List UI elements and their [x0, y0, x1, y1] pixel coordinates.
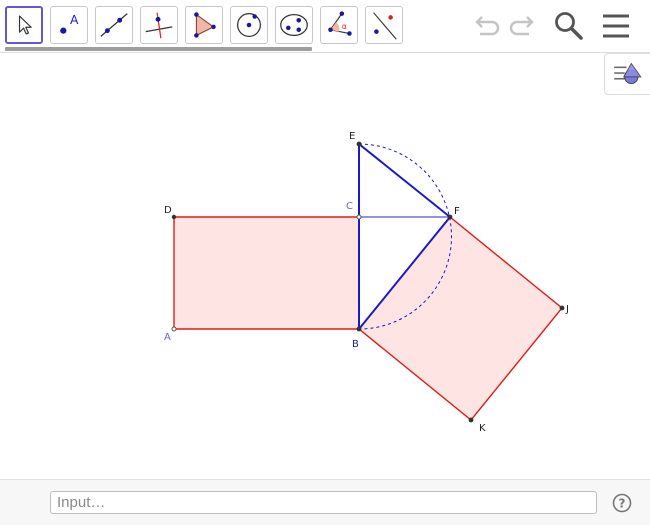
label-j: J: [565, 304, 569, 315]
circle-icon: [237, 13, 261, 37]
search-icon: [555, 12, 583, 40]
line-tool-button[interactable]: [95, 6, 133, 44]
rectangle-abcd[interactable]: [173, 216, 360, 330]
label-k: K: [479, 423, 486, 434]
label-d: D: [164, 205, 172, 216]
undo-icon: [475, 16, 500, 36]
graphics-view[interactable]: A B C D E F J K: [0, 53, 650, 479]
angle-tool-label: α: [342, 22, 347, 31]
input-field[interactable]: [50, 491, 597, 514]
point-a[interactable]: [171, 326, 177, 332]
redo-button[interactable]: [505, 8, 541, 44]
undo-button[interactable]: [468, 8, 504, 44]
polygon-tool-button[interactable]: [185, 6, 223, 44]
perpendicular-line-icon: [145, 12, 173, 39]
perpendicular-line-tool-button[interactable]: [140, 6, 178, 44]
label-c: C: [346, 201, 353, 212]
help-label: ?: [619, 497, 626, 511]
point-d[interactable]: [171, 214, 177, 220]
square-bfjk[interactable]: [358, 216, 563, 421]
geometry-construction[interactable]: A B C D E F J K: [0, 53, 650, 479]
toolbar: A α: [0, 0, 650, 53]
label-a: A: [164, 332, 171, 343]
toolbar-scrollbar[interactable]: [5, 47, 312, 51]
angle-icon: α: [328, 11, 352, 36]
point-b[interactable]: [356, 326, 362, 332]
point-f[interactable]: [447, 214, 453, 220]
input-bar-container: ?: [0, 479, 650, 525]
help-icon: ?: [612, 493, 632, 513]
main-menu-button[interactable]: [598, 8, 634, 44]
move-tool-button[interactable]: [5, 6, 43, 44]
angle-tool-button[interactable]: α: [320, 6, 358, 44]
line-icon: [100, 13, 128, 37]
label-b: B: [352, 339, 359, 350]
help-button[interactable]: ?: [612, 493, 632, 513]
search-button[interactable]: [551, 8, 587, 44]
point-tool-label: A: [70, 13, 79, 27]
label-f: F: [454, 206, 460, 217]
polygon-icon: [194, 12, 216, 38]
point-c[interactable]: [356, 214, 362, 220]
menu-icon: [603, 14, 629, 38]
reflect-tool-button[interactable]: [365, 6, 403, 44]
label-e: E: [349, 131, 355, 142]
reflect-icon: [373, 12, 397, 40]
point-j[interactable]: [559, 305, 565, 311]
ellipse-icon: [280, 13, 308, 37]
redo-icon: [509, 16, 534, 36]
segment-ef[interactable]: [358, 143, 451, 218]
circle-tool-button[interactable]: [230, 6, 268, 44]
cursor-arrow-icon: [18, 15, 32, 35]
point-k[interactable]: [468, 417, 474, 423]
point-tool-button[interactable]: A: [50, 6, 88, 44]
conic-tool-button[interactable]: [275, 6, 313, 44]
point-e[interactable]: [356, 141, 362, 147]
point-icon: A: [60, 13, 79, 34]
